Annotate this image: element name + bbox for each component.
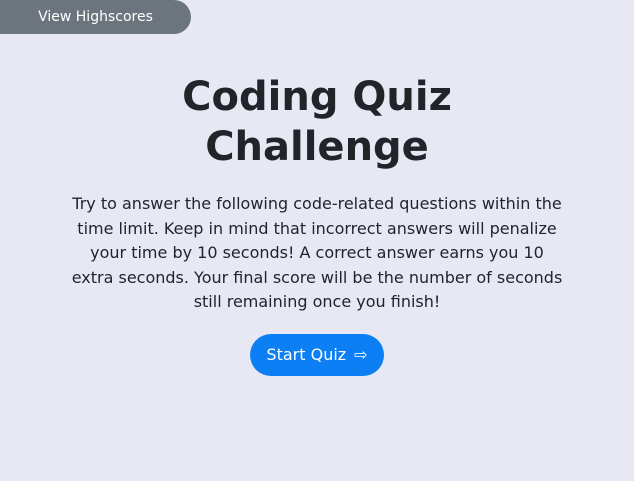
page-title: Coding Quiz Challenge [182, 74, 452, 170]
quiz-intro: Coding Quiz Challenge Try to answer the … [0, 72, 634, 376]
quiz-description: Try to answer the following code-related… [71, 194, 563, 311]
start-quiz-label: Start Quiz [266, 345, 347, 364]
start-quiz-button[interactable]: Start Quiz ⇨ [250, 333, 384, 376]
view-highscores-button[interactable]: View Highscores [0, 0, 191, 34]
arrow-right-icon: ⇨ [354, 345, 368, 364]
